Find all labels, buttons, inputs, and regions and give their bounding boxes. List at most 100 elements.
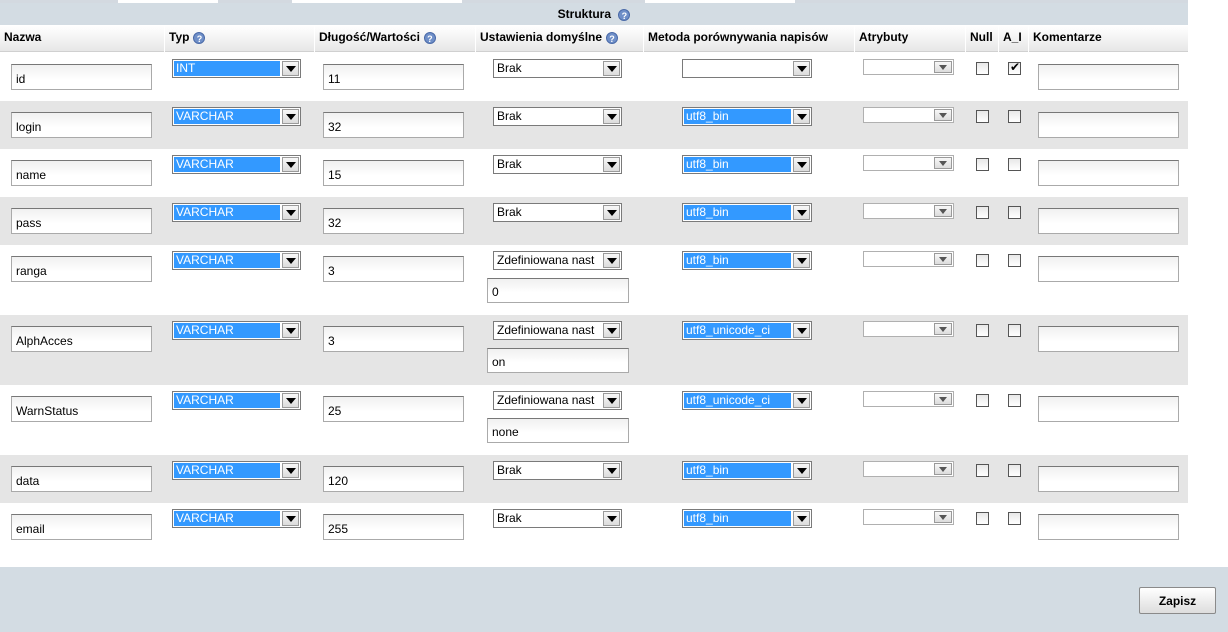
default-value-input[interactable]: on — [487, 348, 629, 373]
collation-select[interactable]: utf8_bin — [682, 251, 812, 270]
collation-select[interactable] — [682, 59, 812, 78]
default-select[interactable]: Zdefiniowana nast — [493, 251, 622, 270]
comment-input[interactable] — [1038, 466, 1179, 492]
default-select[interactable]: Brak — [493, 155, 622, 174]
auto-increment-checkbox[interactable] — [1008, 464, 1021, 477]
null-checkbox[interactable] — [976, 158, 989, 171]
type-value: VARCHAR — [174, 253, 280, 268]
auto-increment-checkbox[interactable] — [1008, 158, 1021, 171]
attributes-select[interactable] — [863, 251, 954, 267]
null-checkbox[interactable] — [976, 394, 989, 407]
comment-input[interactable] — [1038, 396, 1179, 422]
default-value-input[interactable]: none — [487, 418, 629, 443]
header-null: Null — [965, 26, 998, 52]
column-name-input[interactable]: login — [11, 112, 152, 138]
chevron-down-icon — [282, 323, 299, 338]
comment-input[interactable] — [1038, 112, 1179, 138]
comment-input[interactable] — [1038, 64, 1179, 90]
null-checkbox[interactable] — [976, 110, 989, 123]
collation-select[interactable]: utf8_bin — [682, 461, 812, 480]
column-name-input[interactable]: AlphAcces — [11, 326, 152, 352]
attributes-select[interactable] — [863, 59, 954, 75]
default-value-input[interactable]: 0 — [487, 278, 629, 303]
attributes-select[interactable] — [863, 107, 954, 123]
default-select[interactable]: Brak — [493, 59, 622, 78]
chevron-down-icon — [793, 205, 810, 220]
save-button[interactable]: Zapisz — [1139, 587, 1216, 614]
attributes-select[interactable] — [863, 391, 954, 407]
null-checkbox[interactable] — [976, 512, 989, 525]
collation-select[interactable]: utf8_unicode_ci — [682, 321, 812, 340]
null-checkbox[interactable] — [976, 206, 989, 219]
chevron-down-icon — [603, 61, 620, 76]
comment-input[interactable] — [1038, 208, 1179, 234]
attributes-select[interactable] — [863, 203, 954, 219]
null-checkbox[interactable] — [976, 464, 989, 477]
type-select[interactable]: VARCHAR — [172, 155, 301, 174]
auto-increment-checkbox[interactable] — [1008, 512, 1021, 525]
comment-input[interactable] — [1038, 514, 1179, 540]
auto-increment-checkbox[interactable] — [1008, 254, 1021, 267]
length-input[interactable]: 3 — [323, 326, 464, 352]
length-input[interactable]: 255 — [323, 514, 464, 540]
comment-input[interactable] — [1038, 326, 1179, 352]
length-input[interactable]: 32 — [323, 112, 464, 138]
auto-increment-checkbox[interactable] — [1008, 206, 1021, 219]
type-select[interactable]: INT — [172, 59, 301, 78]
default-select[interactable]: Brak — [493, 107, 622, 126]
attributes-select[interactable] — [863, 461, 954, 477]
type-select[interactable]: VARCHAR — [172, 461, 301, 480]
column-name-input[interactable]: ranga — [11, 256, 152, 282]
length-input[interactable]: 15 — [323, 160, 464, 186]
column-name-input[interactable]: email — [11, 514, 152, 540]
auto-increment-checkbox[interactable] — [1008, 60, 1021, 75]
comment-input[interactable] — [1038, 256, 1179, 282]
type-select[interactable]: VARCHAR — [172, 321, 301, 340]
length-input[interactable]: 120 — [323, 466, 464, 492]
comment-input[interactable] — [1038, 160, 1179, 186]
header-collation: Metoda porównywania napisów — [643, 26, 854, 52]
chevron-down-icon — [793, 323, 810, 338]
auto-increment-checkbox[interactable] — [1008, 110, 1021, 123]
type-select[interactable]: VARCHAR — [172, 251, 301, 270]
auto-increment-checkbox[interactable] — [1008, 394, 1021, 407]
chevron-down-icon — [282, 157, 299, 172]
collation-value: utf8_unicode_ci — [684, 323, 791, 338]
length-input[interactable]: 11 — [323, 64, 464, 90]
attributes-select[interactable] — [863, 509, 954, 525]
type-select[interactable]: VARCHAR — [172, 509, 301, 528]
attributes-select[interactable] — [863, 155, 954, 171]
column-name-input[interactable]: pass — [11, 208, 152, 234]
null-checkbox[interactable] — [976, 254, 989, 267]
type-select[interactable]: VARCHAR — [172, 391, 301, 410]
help-icon[interactable]: ? — [606, 31, 619, 44]
column-name-input[interactable]: data — [11, 466, 152, 492]
default-select[interactable]: Brak — [493, 509, 622, 528]
default-select[interactable]: Zdefiniowana nast — [493, 321, 622, 340]
default-select[interactable]: Brak — [493, 461, 622, 480]
header-name: Nazwa — [4, 30, 42, 44]
length-input[interactable]: 25 — [323, 396, 464, 422]
length-input[interactable]: 3 — [323, 256, 464, 282]
null-checkbox[interactable] — [976, 324, 989, 337]
column-name-input[interactable]: WarnStatus — [11, 396, 152, 422]
collation-select[interactable]: utf8_bin — [682, 155, 812, 174]
help-icon[interactable]: ? — [618, 8, 631, 21]
column-name-input[interactable]: id — [11, 64, 152, 90]
help-icon[interactable]: ? — [193, 31, 206, 44]
auto-increment-checkbox[interactable] — [1008, 324, 1021, 337]
length-input[interactable]: 32 — [323, 208, 464, 234]
help-icon[interactable]: ? — [423, 31, 436, 44]
type-select[interactable]: VARCHAR — [172, 203, 301, 222]
column-name-input[interactable]: name — [11, 160, 152, 186]
collation-select[interactable]: utf8_bin — [682, 107, 812, 126]
type-select[interactable]: VARCHAR — [172, 107, 301, 126]
collation-select[interactable]: utf8_bin — [682, 509, 812, 528]
collation-select[interactable]: utf8_unicode_ci — [682, 391, 812, 410]
null-checkbox[interactable] — [976, 62, 989, 75]
attributes-select[interactable] — [863, 321, 954, 337]
collation-select[interactable]: utf8_bin — [682, 203, 812, 222]
default-select[interactable]: Zdefiniowana nast — [493, 391, 622, 410]
type-value: VARCHAR — [174, 463, 280, 478]
default-select[interactable]: Brak — [493, 203, 622, 222]
